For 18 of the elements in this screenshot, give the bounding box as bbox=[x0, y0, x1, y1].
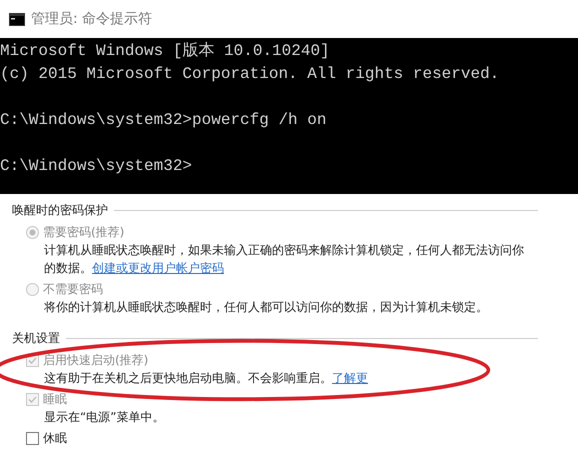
option-description: 显示在“电源”菜单中。 bbox=[43, 409, 166, 426]
console-line: C:\Windows\system32> bbox=[0, 157, 192, 175]
section-title: 关机设置 bbox=[12, 330, 60, 347]
option-label: 启用快速启动(推荐) bbox=[43, 352, 148, 369]
option-label: 睡眠 bbox=[43, 391, 67, 408]
window-title: 管理员: 命令提示符 bbox=[31, 10, 152, 28]
option-description: 计算机从睡眠状态唤醒时，如果未输入正确的密码来解除计算机锁定，任何人都无法访问你的数据。创建或更改用户帐户密码 bbox=[43, 242, 525, 277]
section-title: 唤醒时的密码保护 bbox=[12, 202, 108, 219]
checkbox[interactable] bbox=[26, 432, 39, 444]
option-label: 需要密码(推荐) bbox=[43, 224, 124, 241]
option-description: 将你的计算机从睡眠状态唤醒时，任何人都可以访问你的数据，因为计算机未锁定。 bbox=[43, 299, 489, 316]
option-label: 休眠 bbox=[43, 430, 67, 447]
console-line: Microsoft Windows [版本 10.0.10240] bbox=[0, 42, 330, 60]
console-line: (c) 2015 Microsoft Corporation. All rights reserved. bbox=[0, 65, 500, 83]
console-icon bbox=[9, 12, 25, 26]
option-label: 不需要密码 bbox=[43, 281, 103, 298]
console-line: C:\Windows\system32>powercfg /h on bbox=[0, 111, 326, 129]
option-description: 这有助于在关机之后更快地启动电脑。不会影响重启。了解更 bbox=[43, 370, 369, 387]
